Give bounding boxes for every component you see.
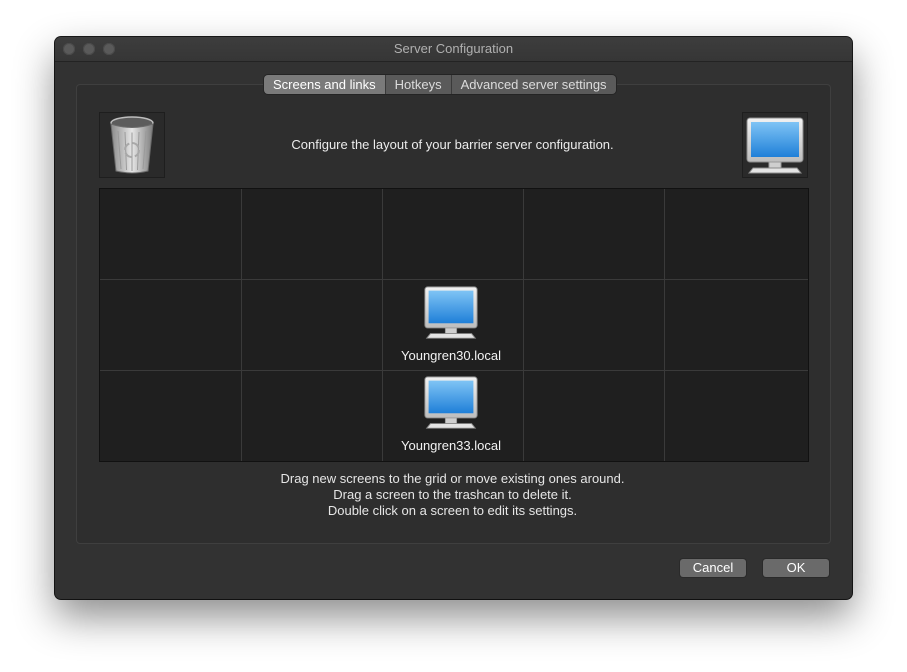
monitor-icon: [424, 376, 478, 429]
screen-layout-grid[interactable]: Youngren30.local Youngren33.local: [99, 188, 809, 462]
screen-item[interactable]: Youngren30.local: [391, 285, 511, 363]
ok-button[interactable]: OK: [763, 559, 829, 577]
tab-advanced-server-settings[interactable]: Advanced server settings: [450, 75, 616, 94]
configuration-heading: Configure the layout of your barrier ser…: [291, 137, 614, 152]
tab-bar: Screens and links Hotkeys Advanced serve…: [264, 75, 616, 94]
grid-divider: [100, 370, 808, 371]
help-text: Drag new screens to the grid or move exi…: [76, 471, 829, 519]
screen-item[interactable]: Youngren33.local: [391, 375, 511, 453]
help-line: Drag new screens to the grid or move exi…: [280, 471, 625, 486]
title-bar[interactable]: Server Configuration: [55, 37, 852, 62]
cancel-button[interactable]: Cancel: [680, 559, 746, 577]
trashcan-drop-target[interactable]: [99, 112, 165, 178]
grid-divider: [523, 189, 524, 461]
window-title: Server Configuration: [393, 41, 514, 56]
tab-screens-and-links[interactable]: Screens and links: [264, 75, 385, 94]
new-screen-drag-source[interactable]: [742, 112, 808, 178]
trashcan-icon: [110, 116, 154, 174]
help-line: Double click on a screen to edit its set…: [327, 503, 578, 518]
screen-name: Youngren30.local: [401, 348, 501, 363]
grid-divider: [100, 279, 808, 280]
tab-hotkeys[interactable]: Hotkeys: [384, 75, 451, 94]
grid-divider: [382, 189, 383, 461]
grid-divider: [664, 189, 665, 461]
grid-divider: [241, 189, 242, 461]
help-line: Drag a screen to the trashcan to delete …: [333, 487, 572, 502]
screen-name: Youngren33.local: [401, 438, 501, 453]
monitor-icon: [746, 117, 804, 174]
server-configuration-window: Server Configuration Screens and links H…: [55, 37, 852, 599]
monitor-icon: [424, 286, 478, 339]
